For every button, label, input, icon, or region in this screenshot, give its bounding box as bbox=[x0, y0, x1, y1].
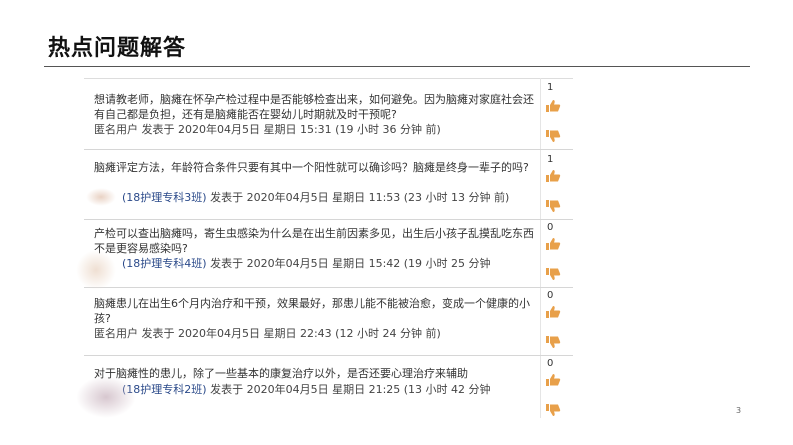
post-meta: (18护理专科4班) 发表于 2020年04月5日 星期日 15:42 (19 … bbox=[122, 256, 491, 271]
post-text: 脑瘫患儿在出生6个月内治疗和干预，效果最好，那患儿能不能被治愈，变成一个健康的小… bbox=[94, 297, 530, 325]
thumbs-down-icon[interactable] bbox=[545, 268, 561, 280]
vote-count: 1 bbox=[547, 154, 554, 165]
post-item: 产检可以查出脑瘫吗，寄生虫感染为什么是在出生前因素多见，出生后小孩子乱摸乱吃东西… bbox=[84, 220, 573, 288]
thumbs-up-icon[interactable] bbox=[545, 374, 561, 386]
post-meta: 匿名用户 发表于 2020年04月5日 星期日 15:31 (19 小时 36 … bbox=[94, 122, 441, 137]
post-date: 发表于 2020年04月5日 星期日 15:42 (19 小时 25 分钟 bbox=[210, 257, 491, 270]
thumbs-up-icon[interactable] bbox=[545, 306, 561, 318]
post-item: 脑瘫评定方法，年龄符合条件只要有其中一个阳性就可以确诊吗？脑瘫是终身一辈子的吗?… bbox=[84, 150, 573, 220]
thumbs-up-icon[interactable] bbox=[545, 100, 561, 112]
vote-column: 0 bbox=[540, 356, 573, 418]
vote-count: 0 bbox=[547, 222, 554, 233]
post-date: 发表于 2020年04月5日 星期日 22:43 (12 小时 24 分钟 前) bbox=[141, 327, 441, 340]
thumbs-down-icon[interactable] bbox=[545, 404, 561, 416]
post-author[interactable]: 匿名用户 bbox=[94, 123, 138, 136]
redacted-avatar bbox=[76, 376, 136, 418]
post-author[interactable]: (18护理专科3班) bbox=[122, 191, 207, 204]
title-divider bbox=[44, 66, 750, 67]
thumbs-up-icon[interactable] bbox=[545, 170, 561, 182]
vote-column: 0 bbox=[540, 288, 573, 356]
post-meta: 匿名用户 发表于 2020年04月5日 星期日 22:43 (12 小时 24 … bbox=[94, 326, 441, 341]
post-item: 想请教老师，脑瘫在怀孕产检过程中是否能够检查出来，如何避免。因为脑瘫对家庭社会还… bbox=[84, 78, 573, 150]
slide-title: 热点问题解答 bbox=[48, 36, 187, 61]
post-author[interactable]: 匿名用户 bbox=[94, 327, 138, 340]
thumbs-down-icon[interactable] bbox=[545, 336, 561, 348]
redacted-avatar bbox=[86, 188, 116, 206]
post-meta: (18护理专科2班) 发表于 2020年04月5日 星期日 21:25 (13 … bbox=[122, 382, 491, 397]
vote-column: 1 bbox=[540, 150, 573, 220]
post-text: 对于脑瘫性的患儿，除了一些基本的康复治疗以外，是否还要心理治疗来辅助 bbox=[94, 367, 468, 380]
vote-column: 0 bbox=[540, 220, 573, 288]
post-item: 脑瘫患儿在出生6个月内治疗和干预，效果最好，那患儿能不能被治愈，变成一个健康的小… bbox=[84, 288, 573, 356]
post-text: 产检可以查出脑瘫吗，寄生虫感染为什么是在出生前因素多见，出生后小孩子乱摸乱吃东西… bbox=[94, 227, 534, 255]
post-author[interactable]: (18护理专科4班) bbox=[122, 257, 207, 270]
thumbs-up-icon[interactable] bbox=[545, 238, 561, 250]
post-date: 发表于 2020年04月5日 星期日 21:25 (13 小时 42 分钟 bbox=[210, 383, 491, 396]
post-text: 想请教老师，脑瘫在怀孕产检过程中是否能够检查出来，如何避免。因为脑瘫对家庭社会还… bbox=[94, 93, 534, 121]
post-meta: (18护理专科3班) 发表于 2020年04月5日 星期日 11:53 (23 … bbox=[122, 190, 509, 205]
thumbs-down-icon[interactable] bbox=[545, 130, 561, 142]
qa-panel: 想请教老师，脑瘫在怀孕产检过程中是否能够检查出来，如何避免。因为脑瘫对家庭社会还… bbox=[84, 78, 573, 418]
post-text: 脑瘫评定方法，年龄符合条件只要有其中一个阳性就可以确诊吗？脑瘫是终身一辈子的吗? bbox=[94, 161, 529, 174]
redacted-avatar bbox=[76, 250, 116, 290]
post-date: 发表于 2020年04月5日 星期日 15:31 (19 小时 36 分钟 前) bbox=[141, 123, 441, 136]
post-item: 对于脑瘫性的患儿，除了一些基本的康复治疗以外，是否还要心理治疗来辅助 (18护理… bbox=[84, 356, 573, 418]
thumbs-down-icon[interactable] bbox=[545, 200, 561, 212]
vote-count: 0 bbox=[547, 290, 554, 301]
vote-column: 1 bbox=[540, 78, 573, 150]
vote-count: 1 bbox=[547, 82, 554, 93]
vote-count: 0 bbox=[547, 358, 554, 369]
page-number: 3 bbox=[736, 406, 742, 415]
post-date: 发表于 2020年04月5日 星期日 11:53 (23 小时 13 分钟 前) bbox=[210, 191, 510, 204]
